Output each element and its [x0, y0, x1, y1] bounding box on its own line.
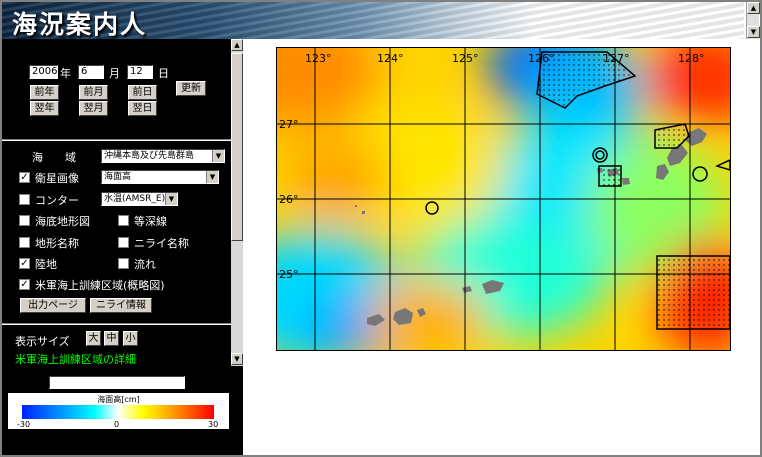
satellite-value: 海面高 — [104, 172, 132, 182]
app-header: 海況案内人 — [2, 2, 744, 39]
prev-month-button[interactable]: 前月 — [79, 85, 108, 100]
land-checkbox[interactable]: ✓ — [19, 258, 30, 269]
chevron-down-icon: ▼ — [165, 193, 177, 205]
flow-checkbox[interactable] — [118, 258, 129, 269]
divider — [2, 139, 231, 141]
next-month-button[interactable]: 翌月 — [79, 101, 108, 116]
lat-label: 25° — [279, 268, 299, 281]
lon-label: 126° — [528, 52, 555, 65]
prev-year-button[interactable]: 前年 — [30, 85, 59, 100]
contour-select[interactable]: 水温(AMSR_E) ▼ — [101, 192, 178, 206]
satellite-checkbox[interactable]: ✓ — [19, 172, 30, 183]
isobath-label: 等深線 — [134, 215, 167, 228]
year-unit-label: 年 — [60, 67, 71, 80]
header-scrollbar[interactable]: ▲ ▼ — [746, 2, 760, 39]
training-area-detail-link[interactable]: 米軍海上訓練区域の詳細 — [15, 351, 136, 366]
size-small-button[interactable]: 小 — [123, 331, 138, 346]
contour-value: 水温(AMSR_E) — [104, 194, 166, 204]
lat-label: 26° — [279, 193, 299, 206]
month-input[interactable]: 6 — [78, 65, 104, 79]
sea-area-label: 海 域 — [32, 151, 76, 164]
bathymetry-label: 海底地形図 — [35, 215, 90, 228]
lon-label: 128° — [678, 52, 705, 65]
land-label: 陸地 — [35, 258, 57, 271]
output-page-button[interactable]: 出力ページ — [20, 298, 86, 313]
nirai-names-label: ニライ名称 — [134, 237, 189, 250]
next-year-button[interactable]: 翌年 — [30, 101, 59, 116]
sea-height-map[interactable]: 123° 124° 125° 126° 127° 128° 27° 26° 25… — [276, 47, 731, 351]
satellite-select[interactable]: 海面高 ▼ — [101, 170, 219, 184]
contour-label: コンター — [35, 194, 79, 207]
prev-day-button[interactable]: 前日 — [128, 85, 157, 100]
size-large-button[interactable]: 大 — [86, 331, 101, 346]
scroll-down-icon[interactable]: ▼ — [747, 26, 760, 38]
chevron-down-icon: ▼ — [206, 171, 218, 183]
legend-mid-label: 0 — [114, 420, 120, 429]
legend-max-label: 30 — [208, 420, 219, 429]
satellite-label: 衛星画像 — [35, 172, 79, 185]
month-unit-label: 月 — [109, 67, 120, 80]
scroll-down-icon[interactable]: ▼ — [231, 353, 243, 365]
isobath-checkbox[interactable] — [118, 215, 129, 226]
divider — [2, 323, 231, 325]
legend-min-label: -30 — [17, 420, 31, 429]
sea-area-select[interactable]: 沖縄本島及び先島群島 ▼ — [101, 149, 225, 163]
year-input[interactable]: 2006 — [29, 65, 58, 79]
size-medium-button[interactable]: 中 — [104, 331, 119, 346]
sea-area-value: 沖縄本島及び先島群島 — [104, 151, 195, 161]
lon-label: 124° — [377, 52, 404, 65]
lon-label: 127° — [603, 52, 630, 65]
place-names-label: 地形名称 — [35, 237, 79, 250]
place-names-checkbox[interactable] — [19, 237, 30, 248]
scroll-up-icon[interactable]: ▲ — [747, 2, 760, 14]
flow-label: 流れ — [134, 258, 156, 271]
scroll-thumb[interactable] — [231, 53, 243, 241]
control-panel: 2006 年 6 月 12 日 前年 前月 前日 更新 翌年 翌月 翌日 海 域… — [2, 39, 243, 455]
bathymetry-checkbox[interactable] — [19, 215, 30, 226]
update-button[interactable]: 更新 — [176, 81, 206, 96]
nirai-names-checkbox[interactable] — [118, 237, 129, 248]
lat-label: 27° — [279, 118, 299, 131]
panel-scrollbar[interactable]: ▲ ▼ — [231, 39, 243, 366]
scroll-up-icon[interactable]: ▲ — [231, 39, 243, 51]
contour-checkbox[interactable] — [19, 194, 30, 205]
legend-title: 海面高[cm] — [97, 395, 140, 404]
nirai-info-button[interactable]: ニライ情報 — [90, 298, 152, 313]
lon-label: 125° — [452, 52, 479, 65]
day-input[interactable]: 12 — [127, 65, 153, 79]
next-day-button[interactable]: 翌日 — [128, 101, 157, 116]
training-area-checkbox[interactable]: ✓ — [19, 279, 30, 290]
legend-color-bar — [22, 405, 214, 419]
lon-label: 123° — [305, 52, 332, 65]
control-scroll-area: 2006 年 6 月 12 日 前年 前月 前日 更新 翌年 翌月 翌日 海 域… — [2, 39, 231, 366]
day-unit-label: 日 — [158, 67, 169, 80]
color-legend: 海面高[cm] -30 0 30 — [8, 393, 229, 429]
display-size-label: 表示サイズ — [15, 335, 70, 348]
chevron-down-icon: ▼ — [212, 150, 224, 162]
training-area-label: 米軍海上訓練区域(概略図) — [35, 279, 165, 292]
app-title: 海況案内人 — [12, 10, 148, 39]
status-field — [49, 376, 185, 389]
